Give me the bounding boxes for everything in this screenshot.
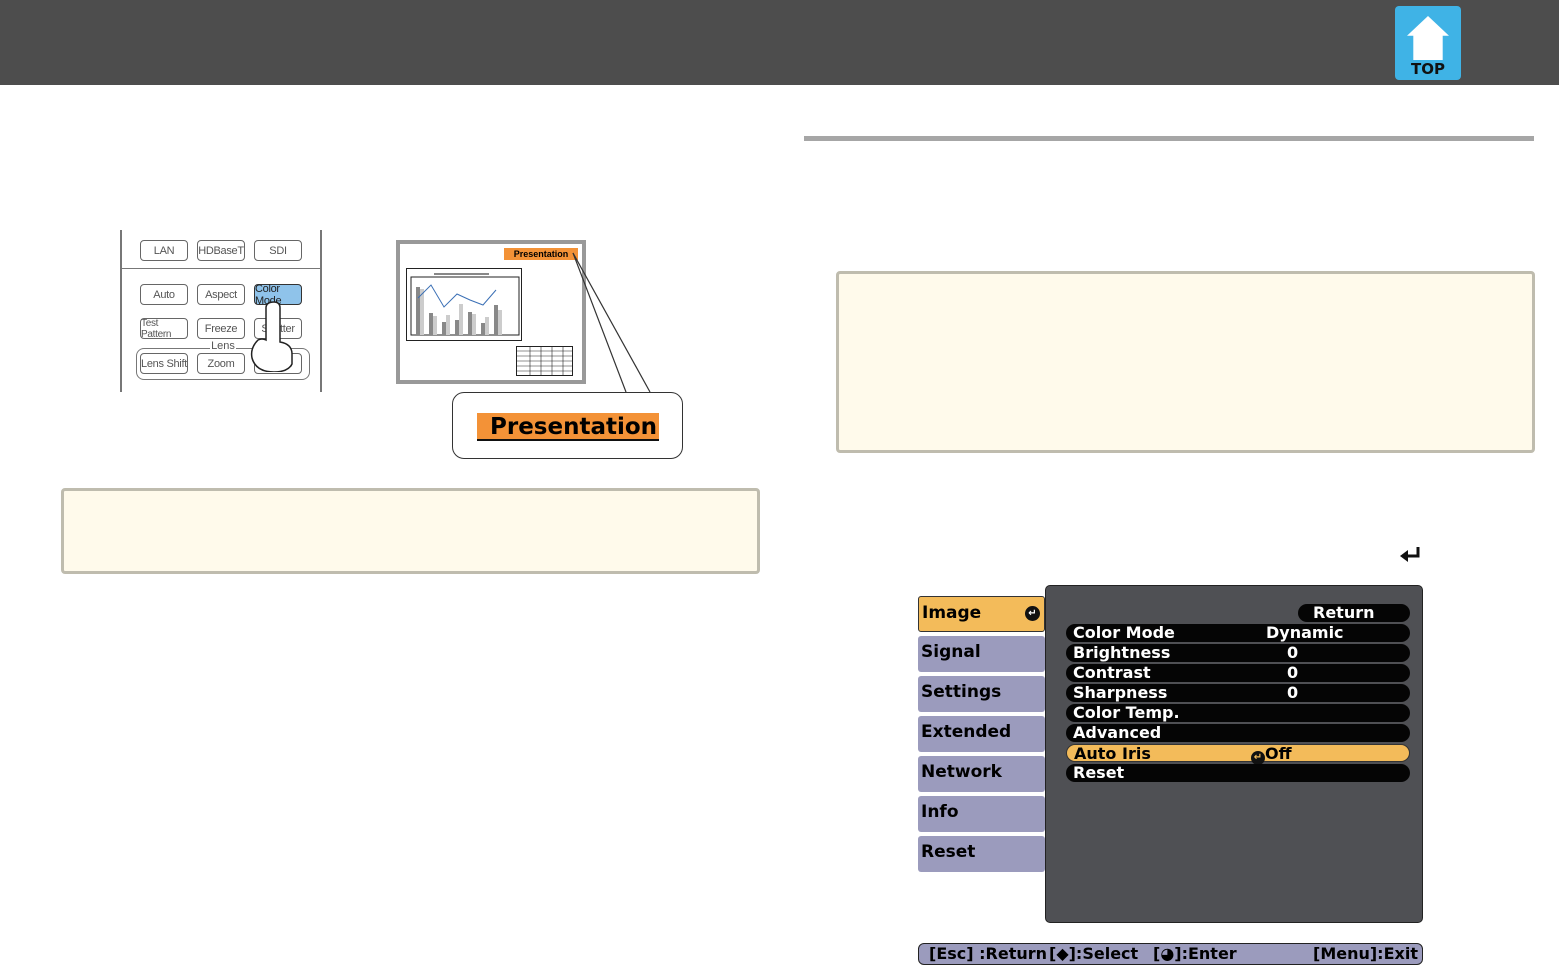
enter-icon: ↵ bbox=[1025, 606, 1040, 621]
note-box bbox=[61, 488, 760, 574]
row-value: 0 bbox=[1287, 663, 1299, 682]
menu-tab-reset[interactable]: Reset bbox=[918, 836, 1045, 872]
row-label: Color Temp. bbox=[1073, 703, 1180, 722]
sdi-button: SDI bbox=[254, 240, 302, 261]
menu-tab-settings[interactable]: Settings bbox=[918, 676, 1045, 712]
top-link[interactable]: TOP bbox=[1395, 6, 1461, 80]
exit-hint: [Menu]:Exit bbox=[1313, 944, 1418, 963]
note-box bbox=[836, 271, 1535, 453]
aspect-button: Aspect bbox=[197, 284, 245, 305]
row-label: Brightness bbox=[1073, 643, 1171, 662]
home-icon bbox=[1407, 16, 1449, 60]
row-value: 0 bbox=[1287, 643, 1299, 662]
freeze-button: Freeze bbox=[197, 318, 245, 339]
row-value: Dynamic bbox=[1266, 623, 1344, 642]
menu-footer-help: [Esc] :Return [◆]:Select [◕]:Enter [Menu… bbox=[918, 943, 1423, 965]
menu-row-sharpness[interactable]: Sharpness 0 bbox=[1066, 684, 1410, 702]
menu-row-color-temp[interactable]: Color Temp. bbox=[1066, 704, 1410, 722]
callout-label: Presentation bbox=[477, 413, 659, 441]
remote-control-illustration: Lens LAN HDBaseT SDI Auto Aspect Color M… bbox=[120, 230, 322, 392]
pointing-hand-icon bbox=[250, 301, 293, 372]
enter-hint: [◕]:Enter bbox=[1153, 944, 1237, 963]
menu-tab-signal[interactable]: Signal bbox=[918, 636, 1045, 672]
menu-tab-label: Image bbox=[922, 603, 982, 623]
section-rule bbox=[804, 136, 1534, 141]
lan-button: LAN bbox=[140, 240, 188, 261]
row-label: Auto Iris bbox=[1074, 744, 1151, 763]
divider bbox=[122, 268, 320, 269]
menu-row-advanced[interactable]: Advanced bbox=[1066, 724, 1410, 742]
row-label: Sharpness bbox=[1073, 683, 1168, 702]
menu-tab-network[interactable]: Network bbox=[918, 756, 1045, 792]
page-header bbox=[0, 0, 1559, 85]
row-value: 0 bbox=[1287, 683, 1299, 702]
callout-pointer bbox=[572, 252, 651, 393]
menu-row-contrast[interactable]: Contrast 0 bbox=[1066, 664, 1410, 682]
test-pattern-button: Test Pattern bbox=[140, 318, 188, 340]
select-hint: [◆]:Select bbox=[1049, 944, 1139, 963]
lens-shift-button: Lens Shift bbox=[140, 353, 188, 374]
menu-row-brightness[interactable]: Brightness 0 bbox=[1066, 644, 1410, 662]
return-button[interactable]: Return bbox=[1298, 604, 1410, 622]
menu-row-reset[interactable]: Reset bbox=[1066, 764, 1410, 782]
menu-row-auto-iris[interactable]: Auto Iris ↵ Off bbox=[1066, 744, 1410, 765]
row-label: Color Mode bbox=[1073, 623, 1175, 642]
esc-hint: [Esc] :Return bbox=[929, 944, 1048, 963]
auto-button: Auto bbox=[140, 284, 188, 305]
color-mode-badge: Presentation bbox=[504, 248, 578, 260]
menu-tab-extended[interactable]: Extended bbox=[918, 716, 1045, 752]
menu-row-color-mode[interactable]: Color Mode Dynamic bbox=[1066, 624, 1410, 642]
table-thumbnail bbox=[516, 346, 573, 376]
color-mode-callout: Presentation bbox=[452, 392, 683, 459]
enter-icon bbox=[1400, 547, 1420, 562]
row-label: Advanced bbox=[1073, 723, 1162, 742]
hdbaset-button: HDBaseT bbox=[197, 240, 245, 261]
chart-thumbnail bbox=[406, 268, 522, 341]
row-value: Off bbox=[1265, 744, 1292, 763]
projected-screen-illustration: Presentation bbox=[396, 240, 586, 384]
menu-tab-info[interactable]: Info bbox=[918, 796, 1045, 832]
top-label: TOP bbox=[1411, 60, 1445, 78]
zoom-button: Zoom bbox=[197, 353, 245, 374]
row-label: Reset bbox=[1073, 763, 1125, 782]
lens-group-label: Lens bbox=[210, 340, 236, 352]
enter-icon: ↵ bbox=[1251, 751, 1265, 765]
row-label: Contrast bbox=[1073, 663, 1151, 682]
menu-tab-image[interactable]: Image ↵ bbox=[918, 596, 1045, 632]
